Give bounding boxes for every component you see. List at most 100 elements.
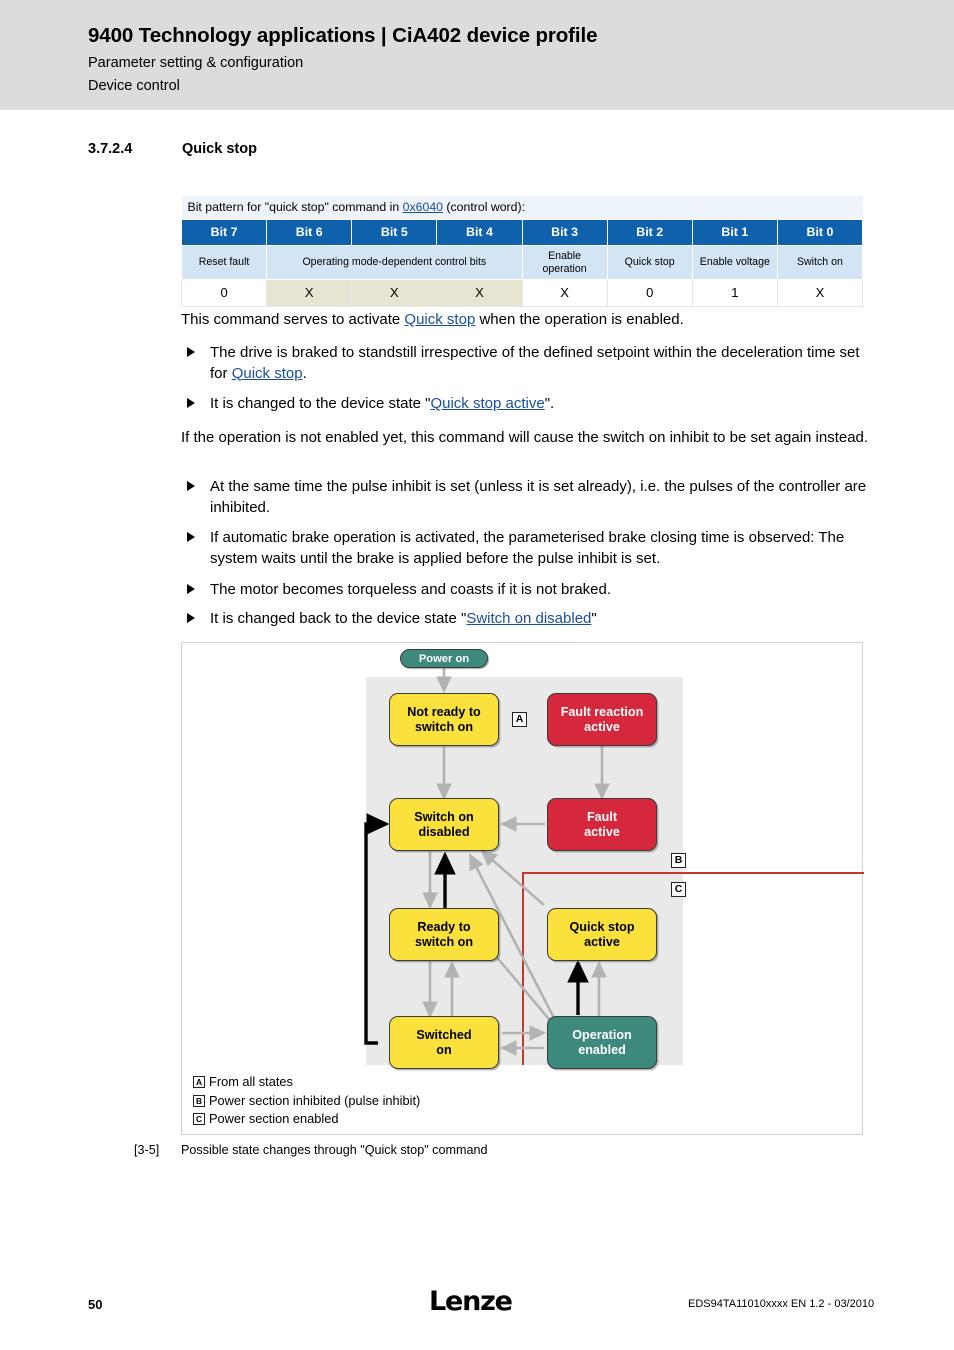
paragraph-2-wrap: If the operation is not enabled yet, thi… bbox=[181, 428, 871, 449]
bullet-6-wrap: It is changed back to the device state "… bbox=[181, 609, 871, 630]
node-label: Not ready to switch on bbox=[407, 704, 481, 734]
intro-text-b: when the operation is enabled. bbox=[475, 311, 684, 328]
legend-row-b: B Power section inhibited (pulse inhibit) bbox=[193, 1092, 420, 1111]
node-label: Fault active bbox=[584, 809, 620, 839]
node-not-ready-to-switch-on[interactable]: Not ready to switch on bbox=[389, 693, 499, 746]
bullet-item-2: It is changed to the device state "Quick… bbox=[181, 394, 871, 415]
desc-enable-voltage: Enable voltage bbox=[691, 244, 778, 281]
quick-stop-link-2[interactable]: Quick stop bbox=[232, 365, 303, 382]
desc-quick-stop: Quick stop bbox=[606, 244, 693, 281]
node-ready-to-switch-on[interactable]: Ready to switch on bbox=[389, 908, 499, 961]
desc-reset-fault: Reset fault bbox=[180, 244, 268, 281]
section-number: 3.7.2.4 bbox=[88, 141, 133, 157]
page-subtitle-1: Parameter setting & configuration bbox=[88, 55, 304, 71]
bullet-2-text-a: It is changed to the device state " bbox=[210, 395, 431, 412]
diagram-legend: A From all states B Power section inhibite… bbox=[193, 1073, 420, 1129]
value-bit2: 0 bbox=[606, 279, 693, 308]
node-switched-on[interactable]: Switched on bbox=[389, 1016, 499, 1069]
figure-number: [3-5] bbox=[134, 1143, 160, 1157]
paragraph-2: If the operation is not enabled yet, thi… bbox=[181, 429, 869, 446]
table-description-row: Reset fault Operating mode-dependent con… bbox=[180, 244, 864, 281]
intro-text-a: This command serves to activate bbox=[181, 311, 405, 328]
marker-b: B bbox=[671, 853, 686, 868]
lenze-logo: Lenze bbox=[429, 1286, 513, 1317]
legend-text-a: From all states bbox=[209, 1074, 293, 1089]
bullet-5-text: The motor becomes torqueless and coasts … bbox=[210, 581, 612, 598]
document-id: EDS94TA11010xxxx EN 1.2 - 03/2010 bbox=[688, 1298, 875, 1310]
table-header-row: Bit 7 Bit 6 Bit 5 Bit 4 Bit 3 Bit 2 Bit … bbox=[180, 219, 864, 246]
table-caption: Bit pattern for "quick stop" command in … bbox=[181, 196, 863, 220]
control-word-link[interactable]: 0x6040 bbox=[403, 200, 443, 214]
desc-operating-mode-bits: Operating mode-dependent control bits bbox=[266, 244, 523, 281]
legend-row-c: C Power section enabled bbox=[193, 1110, 420, 1129]
section-heading: 3.7.2.4 Quick stop bbox=[88, 141, 257, 159]
bullet-6-text-a: It is changed back to the device state " bbox=[210, 610, 467, 627]
power-on-label: Power on bbox=[418, 652, 470, 665]
bullet-item-6: It is changed back to the device state "… bbox=[181, 609, 871, 630]
value-bit4: X bbox=[436, 279, 523, 308]
legend-marker-a: A bbox=[193, 1076, 205, 1089]
page-number: 50 bbox=[88, 1297, 103, 1312]
figure-caption: [3-5] Possible state changes through "Qui… bbox=[134, 1143, 487, 1157]
page-title: 9400 Technology applications | CiA402 de… bbox=[88, 24, 598, 47]
power-on-node[interactable]: Power on bbox=[400, 649, 488, 668]
marker-a: A bbox=[512, 712, 527, 727]
desc-switch-on: Switch on bbox=[776, 244, 864, 281]
bullet-triangle-icon bbox=[187, 532, 195, 542]
legend-marker-c: C bbox=[193, 1113, 205, 1126]
node-label: Fault reaction active bbox=[560, 704, 644, 734]
node-switch-on-disabled[interactable]: Switch on disabled bbox=[389, 798, 499, 851]
section-title: Quick stop bbox=[182, 141, 257, 157]
legend-marker-b: B bbox=[193, 1094, 205, 1107]
marker-c: C bbox=[671, 882, 686, 897]
bit-pattern-table: Bit pattern for "quick stop" command in … bbox=[180, 196, 864, 308]
node-quick-stop-active[interactable]: Quick stop active bbox=[547, 908, 657, 961]
caption-text-suffix: (control word): bbox=[443, 200, 526, 214]
bullet-1-text-a: The drive is braked to standstill irresp… bbox=[210, 344, 860, 382]
table-value-row: 0 X X X X 0 1 X bbox=[180, 279, 864, 308]
bullet-triangle-icon bbox=[187, 398, 195, 408]
legend-text-b: Power section inhibited (pulse inhibit) bbox=[209, 1092, 421, 1108]
bullet-3-text: At the same time the pulse inhibit is se… bbox=[210, 478, 867, 516]
value-bit1: 1 bbox=[691, 279, 778, 308]
table-header-bit4: Bit 4 bbox=[436, 219, 523, 246]
legend-row-a: A From all states bbox=[193, 1073, 420, 1092]
page-header: 9400 Technology applications | CiA402 de… bbox=[0, 0, 954, 110]
bullet-triangle-icon bbox=[187, 347, 195, 357]
marker-a-label: A bbox=[515, 713, 524, 726]
bullet-item-4: If automatic brake operation is activate… bbox=[181, 528, 871, 569]
node-fault-active[interactable]: Fault active bbox=[547, 798, 657, 851]
value-bit0: X bbox=[776, 279, 864, 308]
caption-text-prefix: Bit pattern for "quick stop" command in bbox=[187, 200, 403, 214]
bullet-3-wrap: At the same time the pulse inhibit is se… bbox=[181, 477, 871, 518]
table-header-bit1: Bit 1 bbox=[691, 219, 778, 246]
table-caption-row: Bit pattern for "quick stop" command in … bbox=[181, 196, 863, 220]
bullet-5-wrap: The motor becomes torqueless and coasts … bbox=[181, 580, 871, 601]
table-header-bit5: Bit 5 bbox=[351, 219, 438, 246]
state-diagram: Power on Not ready to switch on Fault rea… bbox=[182, 643, 864, 1069]
marker-c-label: C bbox=[674, 883, 683, 896]
node-label: Switched on bbox=[416, 1027, 472, 1057]
node-label: Quick stop active bbox=[569, 919, 635, 949]
bullet-2-text-b: ". bbox=[544, 395, 555, 412]
table-header-bit0: Bit 0 bbox=[776, 219, 864, 246]
switch-on-disabled-link[interactable]: Switch on disabled bbox=[466, 610, 591, 627]
bullet-item-5: The motor becomes torqueless and coasts … bbox=[181, 580, 871, 601]
table-header-bit3: Bit 3 bbox=[521, 219, 608, 246]
table-header-bit2: Bit 2 bbox=[606, 219, 693, 246]
node-label: Switch on disabled bbox=[414, 809, 474, 839]
bullet-6-text-b: " bbox=[591, 610, 597, 627]
desc-enable-operation: Enable operation bbox=[521, 244, 608, 281]
quick-stop-active-link[interactable]: Quick stop active bbox=[430, 395, 544, 412]
quick-stop-link-1[interactable]: Quick stop bbox=[404, 311, 475, 328]
value-bit7: 0 bbox=[180, 279, 268, 308]
bullet-item-3: At the same time the pulse inhibit is se… bbox=[181, 477, 871, 518]
node-fault-reaction-active[interactable]: Fault reaction active bbox=[547, 693, 657, 746]
bullet-item-1: The drive is braked to standstill irresp… bbox=[181, 343, 871, 384]
bullet-triangle-icon bbox=[187, 613, 195, 623]
page-subtitle-2: Device control bbox=[88, 78, 180, 94]
value-bit5: X bbox=[351, 279, 438, 308]
bullet-4-wrap: If automatic brake operation is activate… bbox=[181, 528, 871, 569]
node-operation-enabled[interactable]: Operation enabled bbox=[547, 1016, 657, 1069]
figure-caption-text: Possible state changes through "Quick st… bbox=[181, 1143, 488, 1157]
